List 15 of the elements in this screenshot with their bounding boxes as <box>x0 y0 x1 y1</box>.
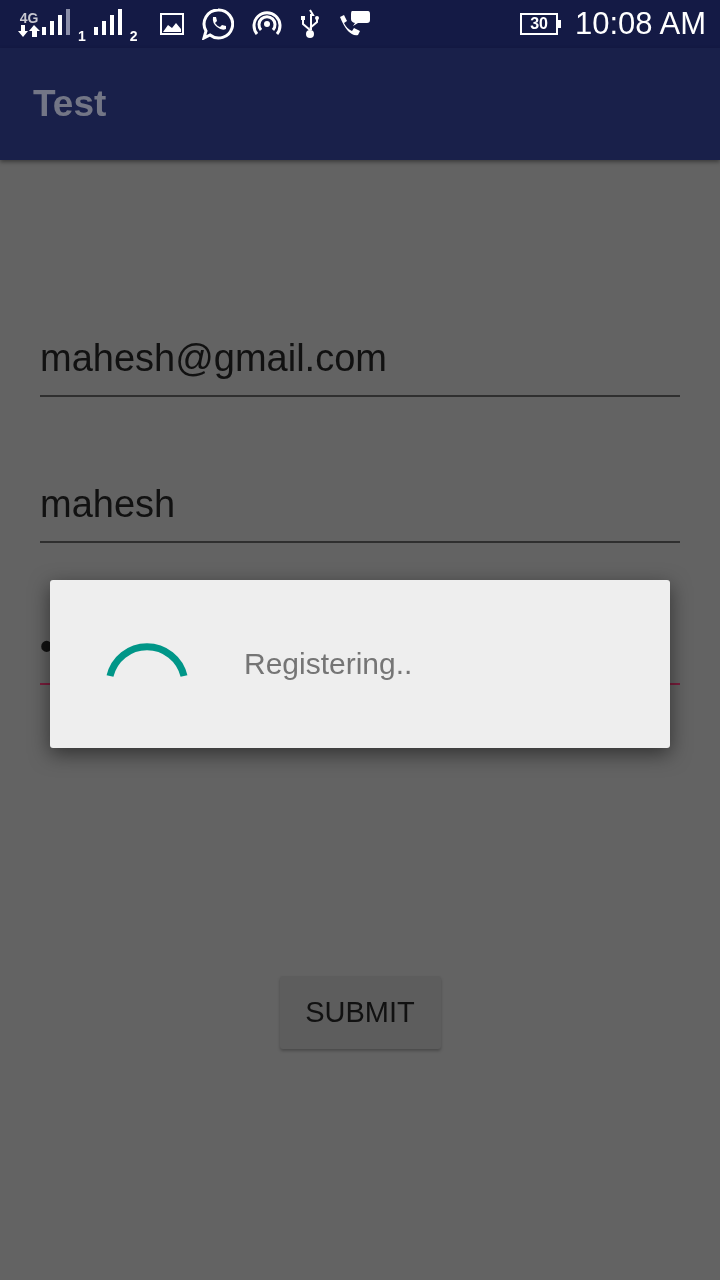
network-type: 4G <box>19 11 39 25</box>
submit-button[interactable]: SUBMIT <box>279 976 441 1049</box>
input-field[interactable]: mahesh <box>40 481 680 543</box>
data-arrows-icon <box>18 25 40 37</box>
chat-phone-icon <box>201 8 234 40</box>
image-icon <box>159 13 184 35</box>
dialog-message: Registering.. <box>244 647 413 681</box>
sim-label: 1 <box>78 28 86 44</box>
input-field[interactable]: mahesh@gmail.com <box>40 335 680 397</box>
app-title: Test <box>33 83 107 125</box>
spinner-icon <box>106 642 188 678</box>
sim-label: 2 <box>129 28 138 44</box>
clock: 10:08 AM <box>575 6 706 42</box>
usb-icon <box>299 8 320 40</box>
battery-icon: 30 <box>520 13 561 35</box>
